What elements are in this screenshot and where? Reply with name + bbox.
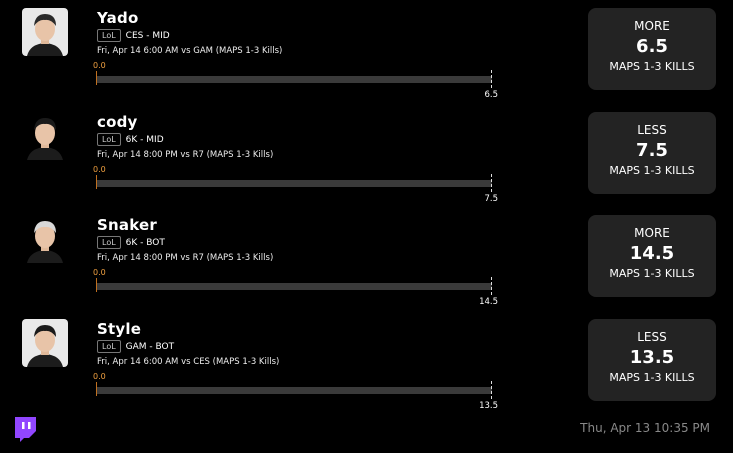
twitch-icon[interactable] — [12, 416, 38, 442]
game-info: Fri, Apr 14 6:00 AM vs GAM (MAPS 1-3 Kil… — [97, 46, 283, 56]
player-row: cody LoL 6K - MID Fri, Apr 14 8:00 PM vs… — [0, 108, 733, 212]
pick-stat: MAPS 1-3 KILLS — [609, 164, 695, 177]
line-value: 6.5 — [484, 90, 498, 100]
pick-stat: MAPS 1-3 KILLS — [609, 267, 695, 280]
player-name[interactable]: Snaker — [97, 216, 157, 234]
current-value: 0.0 — [93, 61, 106, 70]
team-position: 6K - BOT — [125, 237, 165, 248]
pick-stat: MAPS 1-3 KILLS — [609, 371, 695, 384]
pick-direction: MORE — [634, 226, 670, 240]
pick-card[interactable]: LESS 13.5 MAPS 1-3 KILLS — [588, 319, 716, 401]
game-info: Fri, Apr 14 8:00 PM vs R7 (MAPS 1-3 Kill… — [97, 253, 274, 263]
progress-bar — [97, 283, 492, 290]
progress-bar — [97, 180, 492, 187]
pick-line: 14.5 — [629, 243, 675, 264]
game-info: Fri, Apr 14 8:00 PM vs R7 (MAPS 1-3 Kill… — [97, 150, 274, 160]
game-badge: LoL — [97, 29, 121, 42]
team-position: 6K - MID — [125, 134, 164, 145]
player-meta: LoL 6K - BOT — [97, 236, 165, 249]
pick-stat: MAPS 1-3 KILLS — [609, 60, 695, 73]
player-name[interactable]: Style — [97, 320, 141, 338]
player-row: Yado LoL CES - MID Fri, Apr 14 6:00 AM v… — [0, 4, 733, 108]
player-meta: LoL GAM - BOT — [97, 340, 174, 353]
player-avatar — [22, 112, 68, 160]
pick-line: 13.5 — [629, 347, 675, 368]
progress-bar — [97, 76, 492, 83]
player-meta: LoL 6K - MID — [97, 133, 164, 146]
team-position: GAM - BOT — [125, 341, 175, 352]
current-value: 0.0 — [93, 268, 106, 277]
pick-line: 7.5 — [636, 140, 668, 161]
player-avatar — [22, 215, 68, 263]
line-value: 7.5 — [484, 194, 498, 204]
line-marker — [491, 70, 492, 88]
game-badge: LoL — [97, 236, 121, 249]
current-value: 0.0 — [93, 165, 106, 174]
line-value: 14.5 — [479, 297, 498, 307]
line-value: 13.5 — [479, 401, 498, 411]
player-meta: LoL CES - MID — [97, 29, 170, 42]
player-avatar — [22, 8, 68, 56]
game-badge: LoL — [97, 133, 121, 146]
timestamp: Thu, Apr 13 10:35 PM — [580, 421, 710, 435]
pick-direction: MORE — [634, 19, 670, 33]
game-info: Fri, Apr 14 6:00 AM vs CES (MAPS 1-3 Kil… — [97, 357, 280, 367]
progress-bar — [97, 387, 492, 394]
pick-card[interactable]: MORE 6.5 MAPS 1-3 KILLS — [588, 8, 716, 90]
team-position: CES - MID — [125, 30, 170, 41]
current-value: 0.0 — [93, 372, 106, 381]
game-badge: LoL — [97, 340, 121, 353]
player-row: Snaker LoL 6K - BOT Fri, Apr 14 8:00 PM … — [0, 211, 733, 315]
player-name[interactable]: cody — [97, 113, 138, 131]
player-row: Style LoL GAM - BOT Fri, Apr 14 6:00 AM … — [0, 315, 733, 419]
pick-direction: LESS — [637, 330, 667, 344]
pick-card[interactable]: MORE 14.5 MAPS 1-3 KILLS — [588, 215, 716, 297]
pick-card[interactable]: LESS 7.5 MAPS 1-3 KILLS — [588, 112, 716, 194]
line-marker — [491, 277, 492, 295]
pick-line: 6.5 — [636, 36, 668, 57]
pick-direction: LESS — [637, 123, 667, 137]
line-marker — [491, 174, 492, 192]
player-name[interactable]: Yado — [97, 9, 138, 27]
line-marker — [491, 381, 492, 399]
player-avatar — [22, 319, 68, 367]
